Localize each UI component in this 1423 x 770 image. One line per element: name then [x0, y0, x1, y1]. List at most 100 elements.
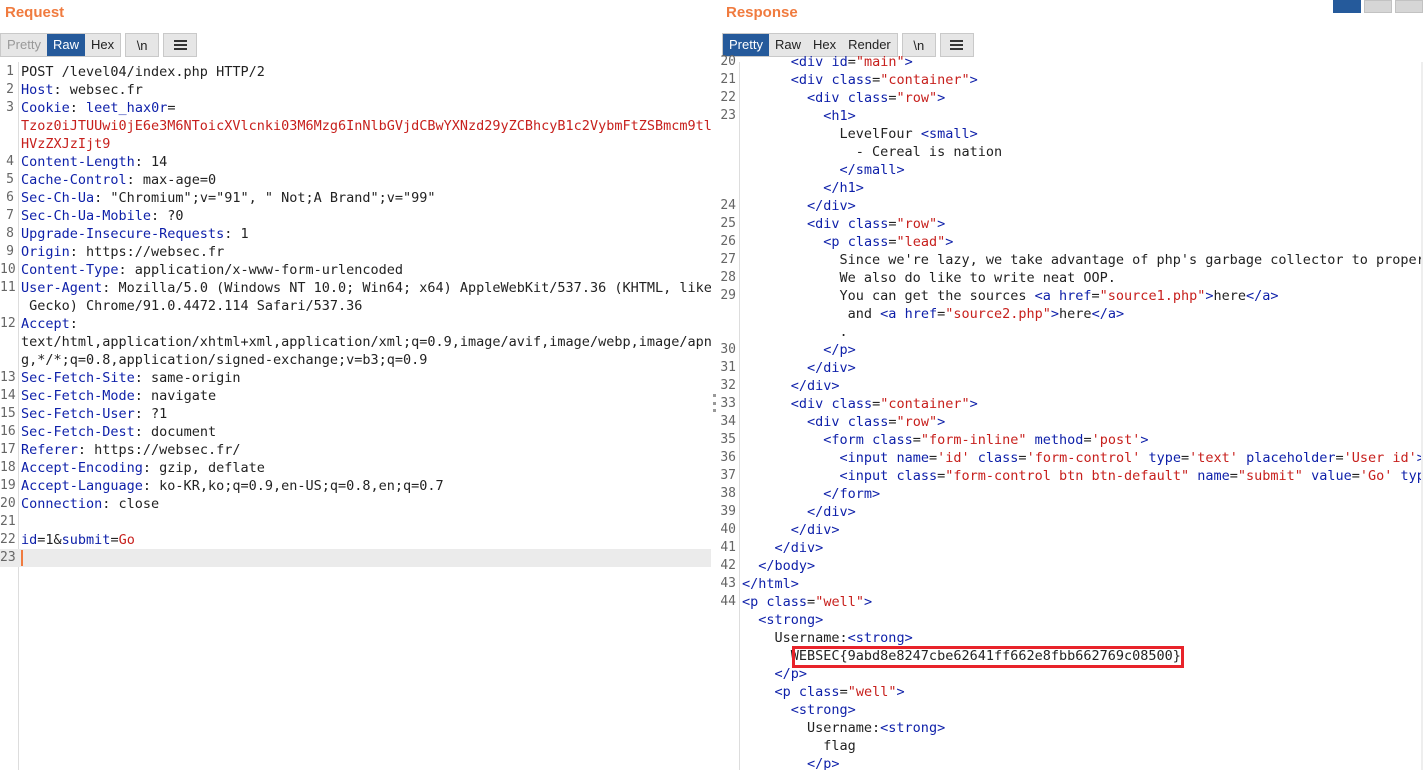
- line-content: </div>: [742, 521, 840, 539]
- line-content: We also do like to write neat OOP.: [742, 269, 1116, 287]
- line-number: 18: [0, 460, 16, 475]
- line-content: Sec-Ch-Ua-Mobile: ?0: [21, 207, 184, 225]
- line-number: 39: [720, 504, 736, 519]
- code-token: - Cereal is nation: [742, 144, 1003, 160]
- code-token: >: [937, 216, 946, 232]
- code-token: <h1>: [823, 108, 856, 124]
- hamburger-menu-icon: [173, 40, 187, 50]
- request-editor[interactable]: 1 POST /level04/index.php HTTP/2 2 Host: we…: [0, 62, 711, 770]
- code-token: "form-control btn btn-default": [945, 468, 1190, 484]
- response-code-line: 41 </div>: [720, 539, 1423, 557]
- request-menu-button[interactable]: [163, 33, 198, 57]
- line-content: Upgrade-Insecure-Requests: 1: [21, 225, 249, 243]
- code-token: </div>: [774, 540, 824, 556]
- code-token: </body>: [758, 558, 816, 574]
- line-number: 1: [6, 64, 14, 79]
- line-number: 22: [720, 90, 736, 105]
- line-content: flag: [742, 737, 856, 755]
- response-code-line: 25 <div class="row">: [720, 215, 1423, 233]
- code-token: Content-Length: [21, 154, 135, 170]
- code-token: </small>: [839, 162, 905, 178]
- line-content: Connection: close: [21, 495, 159, 513]
- line-number: 25: [720, 216, 736, 231]
- code-token: : max-age=0: [126, 172, 217, 188]
- line-content: User-Agent: Mozilla/5.0 (Windows NT 10.0…: [21, 279, 711, 297]
- code-token: =: [1229, 468, 1238, 484]
- code-token: Username:: [742, 720, 881, 736]
- request-code-line: 23: [0, 549, 711, 567]
- line-content: <form class="form-inline" method='post'>: [742, 431, 1149, 449]
- request-code-line: 20 Connection: close: [0, 495, 711, 513]
- line-number: 20: [0, 496, 16, 511]
- code-token: submit: [61, 532, 111, 548]
- code-token: =: [928, 450, 938, 466]
- line-content: .: [742, 323, 848, 341]
- line-content: <div class="row">: [742, 89, 945, 107]
- request-tab-pretty[interactable]: Pretty: [1, 34, 47, 56]
- code-token: >: [1140, 432, 1149, 448]
- response-code-line: 43 </html>: [720, 575, 1423, 593]
- line-number: 15: [0, 406, 16, 421]
- code-token: <div: [790, 54, 824, 70]
- code-token: <p: [774, 684, 791, 700]
- line-number: 19: [0, 478, 16, 493]
- code-token: =: [110, 532, 119, 548]
- line-number: 23: [720, 108, 736, 123]
- line-content: Tzoz0iJTUUwi0jE6e3M6NToicXVlcnki03M6Mzg6…: [21, 117, 711, 135]
- response-code-line: </small>: [720, 161, 1423, 179]
- request-tab-hex[interactable]: Hex: [85, 34, 120, 56]
- line-number: 21: [0, 514, 16, 529]
- response-code-line: 35 <form class="form-inline" method='pos…: [720, 431, 1423, 449]
- code-token: <p: [742, 594, 759, 610]
- code-token: 'Go': [1359, 468, 1393, 484]
- line-content: Accept:: [21, 315, 78, 333]
- code-token: type: [1400, 468, 1423, 484]
- code-token: flag: [742, 738, 856, 754]
- code-token: >: [937, 90, 946, 106]
- response-code-line: 37 <input class = "form-control btn btn-de…: [720, 467, 1423, 485]
- response-code-line: 30 </p>: [720, 341, 1423, 359]
- request-newline-toggle-button[interactable]: \n: [125, 33, 160, 57]
- code-token: <strong>: [880, 720, 946, 736]
- request-tab-raw[interactable]: Raw: [46, 34, 85, 56]
- line-content: </div>: [742, 359, 856, 377]
- line-number: 5: [6, 172, 14, 187]
- code-token: </h1>: [823, 180, 864, 196]
- code-token: : Mozilla/5.0 (Windows NT 10.0; Win64; x…: [102, 280, 711, 296]
- line-number: 32: [720, 378, 736, 393]
- line-content: <strong>: [742, 701, 856, 719]
- line-content: <p class="lead">: [742, 233, 953, 251]
- pane-splitter[interactable]: [711, 0, 720, 770]
- line-number: 40: [720, 522, 736, 537]
- code-token: type: [1148, 450, 1182, 466]
- code-token: <form: [823, 432, 864, 448]
- code-token: Origin: [21, 244, 70, 260]
- code-token: here: [1059, 306, 1092, 322]
- request-code-line: 12 Accept:: [0, 315, 711, 333]
- response-code-line: 31 </div>: [720, 359, 1423, 377]
- request-code-line: HVzZXJzIjt9: [0, 135, 711, 153]
- line-content: Sec-Fetch-Site: same-origin: [21, 369, 240, 387]
- line-number: 11: [0, 280, 16, 295]
- code-token: Go: [118, 532, 135, 548]
- code-token: : ?0: [151, 208, 184, 224]
- code-token: class: [831, 72, 873, 88]
